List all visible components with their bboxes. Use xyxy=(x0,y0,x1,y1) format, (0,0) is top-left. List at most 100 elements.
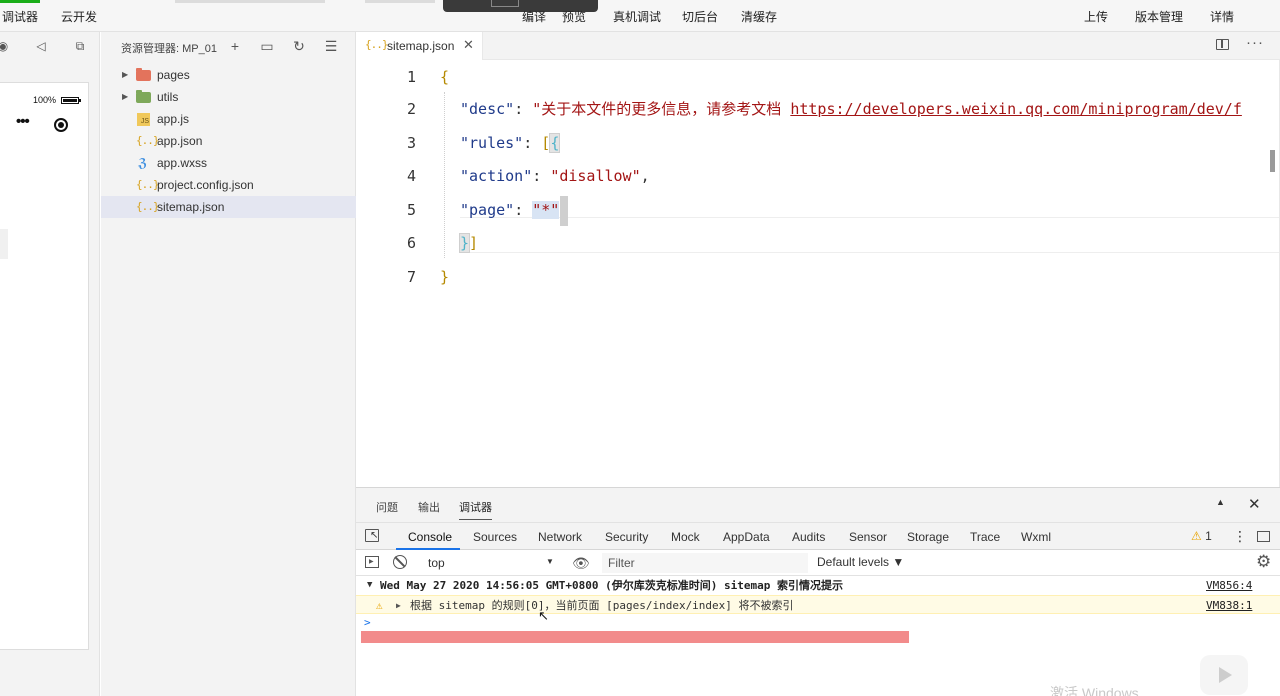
log-source-link[interactable]: VM856:4 xyxy=(1206,576,1252,595)
clear-console-icon[interactable] xyxy=(393,555,407,569)
code-text: "rules": [{ xyxy=(460,133,561,153)
close-icon[interactable]: ✕ xyxy=(463,37,474,53)
chevron-right-icon[interactable]: ▶ xyxy=(396,596,401,615)
tab-output[interactable]: 输出 xyxy=(418,499,440,515)
split-editor-icon[interactable] xyxy=(1216,39,1229,50)
page-element xyxy=(0,229,8,259)
dock-side-icon[interactable] xyxy=(1257,531,1270,542)
code-text: "desc": "关于本文件的更多信息，请参考文档 https://develo… xyxy=(460,100,1242,118)
new-folder-icon[interactable]: ▭ xyxy=(259,38,275,54)
simulator-toolbar: ◉ ◁ ⧉ xyxy=(0,32,100,60)
maximize-panel-icon[interactable]: ▲ xyxy=(1216,497,1225,507)
warning-count: 1 xyxy=(1205,529,1212,543)
devtools-tab-storage[interactable]: Storage xyxy=(907,530,949,544)
js-file-icon: JS xyxy=(136,112,151,126)
phone-screen[interactable]: 100% ••• xyxy=(0,82,89,650)
details-button[interactable]: 详情 xyxy=(1210,8,1234,25)
background-button[interactable]: 切后台 xyxy=(682,8,718,25)
compile-button[interactable]: 编译 xyxy=(522,8,546,25)
debugger-button[interactable]: 调试器 xyxy=(2,8,38,25)
code-text: }] xyxy=(458,233,479,253)
devtools-tab-console[interactable]: Console xyxy=(408,530,452,544)
json-key: "rules" xyxy=(460,134,524,152)
preview-button[interactable]: 预览 xyxy=(562,8,586,25)
log-levels-select[interactable]: Default levels ▼ xyxy=(817,555,904,569)
devtools-tab-security[interactable]: Security xyxy=(605,530,648,544)
log-source-link[interactable]: VM838:1 xyxy=(1206,596,1252,615)
devtools-tab-network[interactable]: Network xyxy=(538,530,582,544)
more-actions-icon[interactable]: ··· xyxy=(1246,34,1264,51)
devtools-tab-wxml[interactable]: Wxml xyxy=(1021,530,1051,544)
activation-watermark: 激活 Windows xyxy=(1050,685,1139,696)
devtools-tab-trace[interactable]: Trace xyxy=(970,530,1000,544)
tab-debugger[interactable]: 调试器 xyxy=(459,499,492,520)
clear-cache-button[interactable]: 清缓存 xyxy=(741,8,777,25)
devtools-tab-sources[interactable]: Sources xyxy=(473,530,517,544)
inspect-element-icon[interactable] xyxy=(365,529,379,542)
active-indicator xyxy=(0,0,40,3)
context-select[interactable]: top ▼ xyxy=(422,553,558,573)
toolbar-stub xyxy=(365,0,435,3)
simulator-panel: ◉ ◁ ⧉ 100% ••• xyxy=(0,32,100,696)
devtools-tab-sensor[interactable]: Sensor xyxy=(849,530,887,544)
tree-file-app-wxss[interactable]: ℨ app.wxss xyxy=(101,152,356,174)
tree-folder-pages[interactable]: ▶ pages xyxy=(101,64,356,86)
more-dots-icon[interactable]: ••• xyxy=(16,113,30,130)
chevron-right-icon[interactable]: ▶ xyxy=(122,64,128,86)
console-output[interactable]: ▼ Wed May 27 2020 14:56:05 GMT+0800 (伊尔库… xyxy=(356,576,1280,696)
version-management-button[interactable]: 版本管理 xyxy=(1135,8,1183,25)
filter-input[interactable] xyxy=(602,553,808,573)
menu-capsule: ••• xyxy=(4,112,82,138)
highlight-bar xyxy=(361,631,909,643)
window-icon[interactable]: ⧉ xyxy=(73,39,87,53)
log-message: Wed May 27 2020 14:56:05 GMT+0800 (伊尔库茨克… xyxy=(380,579,844,592)
line-number: 1 xyxy=(406,68,416,86)
sidebar-toggle-icon[interactable] xyxy=(365,556,379,568)
css-file-icon: ℨ xyxy=(138,156,148,170)
doc-link[interactable]: https://developers.weixin.qq.com/minipro… xyxy=(790,100,1242,118)
tab-sitemap-json[interactable]: {..} sitemap.json ✕ xyxy=(356,32,483,60)
warning-counter[interactable]: ⚠ 1 xyxy=(1191,529,1212,543)
record-circle-icon[interactable] xyxy=(54,118,68,132)
volume-icon[interactable]: ◁ xyxy=(34,39,48,53)
collapse-icon[interactable]: ☰ xyxy=(323,38,339,54)
code-editor[interactable]: 1 { 2 "desc": "关于本文件的更多信息，请参考文档 https://… xyxy=(356,60,1280,487)
log-warning-row[interactable]: ⚠ ▶ 根据 sitemap 的规则[0]，当前页面 [pages/index/… xyxy=(356,595,1280,614)
devtools-tab-audits[interactable]: Audits xyxy=(792,530,825,544)
chevron-right-icon[interactable]: ▶ xyxy=(122,86,128,108)
tab-problems[interactable]: 问题 xyxy=(376,499,398,515)
folder-icon xyxy=(136,68,151,82)
tree-folder-utils[interactable]: ▶ utils xyxy=(101,86,356,108)
scrollbar-thumb[interactable] xyxy=(1270,150,1275,172)
log-group-row[interactable]: ▼ Wed May 27 2020 14:56:05 GMT+0800 (伊尔库… xyxy=(356,576,1280,595)
top-toolbar: 调试器 云开发 编译 预览 真机调试 切后台 清缓存 上传 版本管理 详情 xyxy=(0,0,1280,32)
devtools-tab-appdata[interactable]: AppData xyxy=(723,530,770,544)
device-debug-button[interactable]: 真机调试 xyxy=(613,8,661,25)
tree-file-app-json[interactable]: {..} app.json xyxy=(101,130,356,152)
devtools-tabbar: Console Sources Network Security Mock Ap… xyxy=(356,522,1280,550)
upload-button[interactable]: 上传 xyxy=(1084,8,1108,25)
code-text: } xyxy=(440,268,450,286)
gear-icon[interactable]: ⚙ xyxy=(1256,552,1271,572)
json-key: "page" xyxy=(460,201,515,219)
eye-icon[interactable]: 👁 xyxy=(572,555,590,571)
new-file-icon[interactable]: + xyxy=(227,38,243,54)
tree-item-label: sitemap.json xyxy=(157,200,225,214)
tree-file-sitemap[interactable]: {..} sitemap.json xyxy=(101,196,356,218)
play-icon[interactable] xyxy=(1200,655,1248,695)
record-icon[interactable]: ◉ xyxy=(0,39,10,53)
refresh-icon[interactable]: ↻ xyxy=(291,38,307,54)
chevron-down-icon[interactable]: ▼ xyxy=(367,576,372,595)
cloud-button[interactable]: 云开发 xyxy=(61,8,97,25)
close-panel-icon[interactable]: ✕ xyxy=(1248,495,1261,513)
dropdown-arrow-icon: ▼ xyxy=(546,557,554,566)
console-prompt[interactable]: > xyxy=(364,616,371,629)
tree-file-app-js[interactable]: JS app.js xyxy=(101,108,356,130)
line-number: 3 xyxy=(406,134,416,152)
kebab-menu-icon[interactable]: ⋮ xyxy=(1233,527,1247,545)
devtools-tab-mock[interactable]: Mock xyxy=(671,530,700,544)
tree-item-label: project.config.json xyxy=(157,178,254,192)
tree-file-project-config[interactable]: {..} project.config.json xyxy=(101,174,356,196)
code-line: 2 "desc": "关于本文件的更多信息，请参考文档 https://deve… xyxy=(356,92,1280,126)
battery-icon xyxy=(61,97,81,104)
